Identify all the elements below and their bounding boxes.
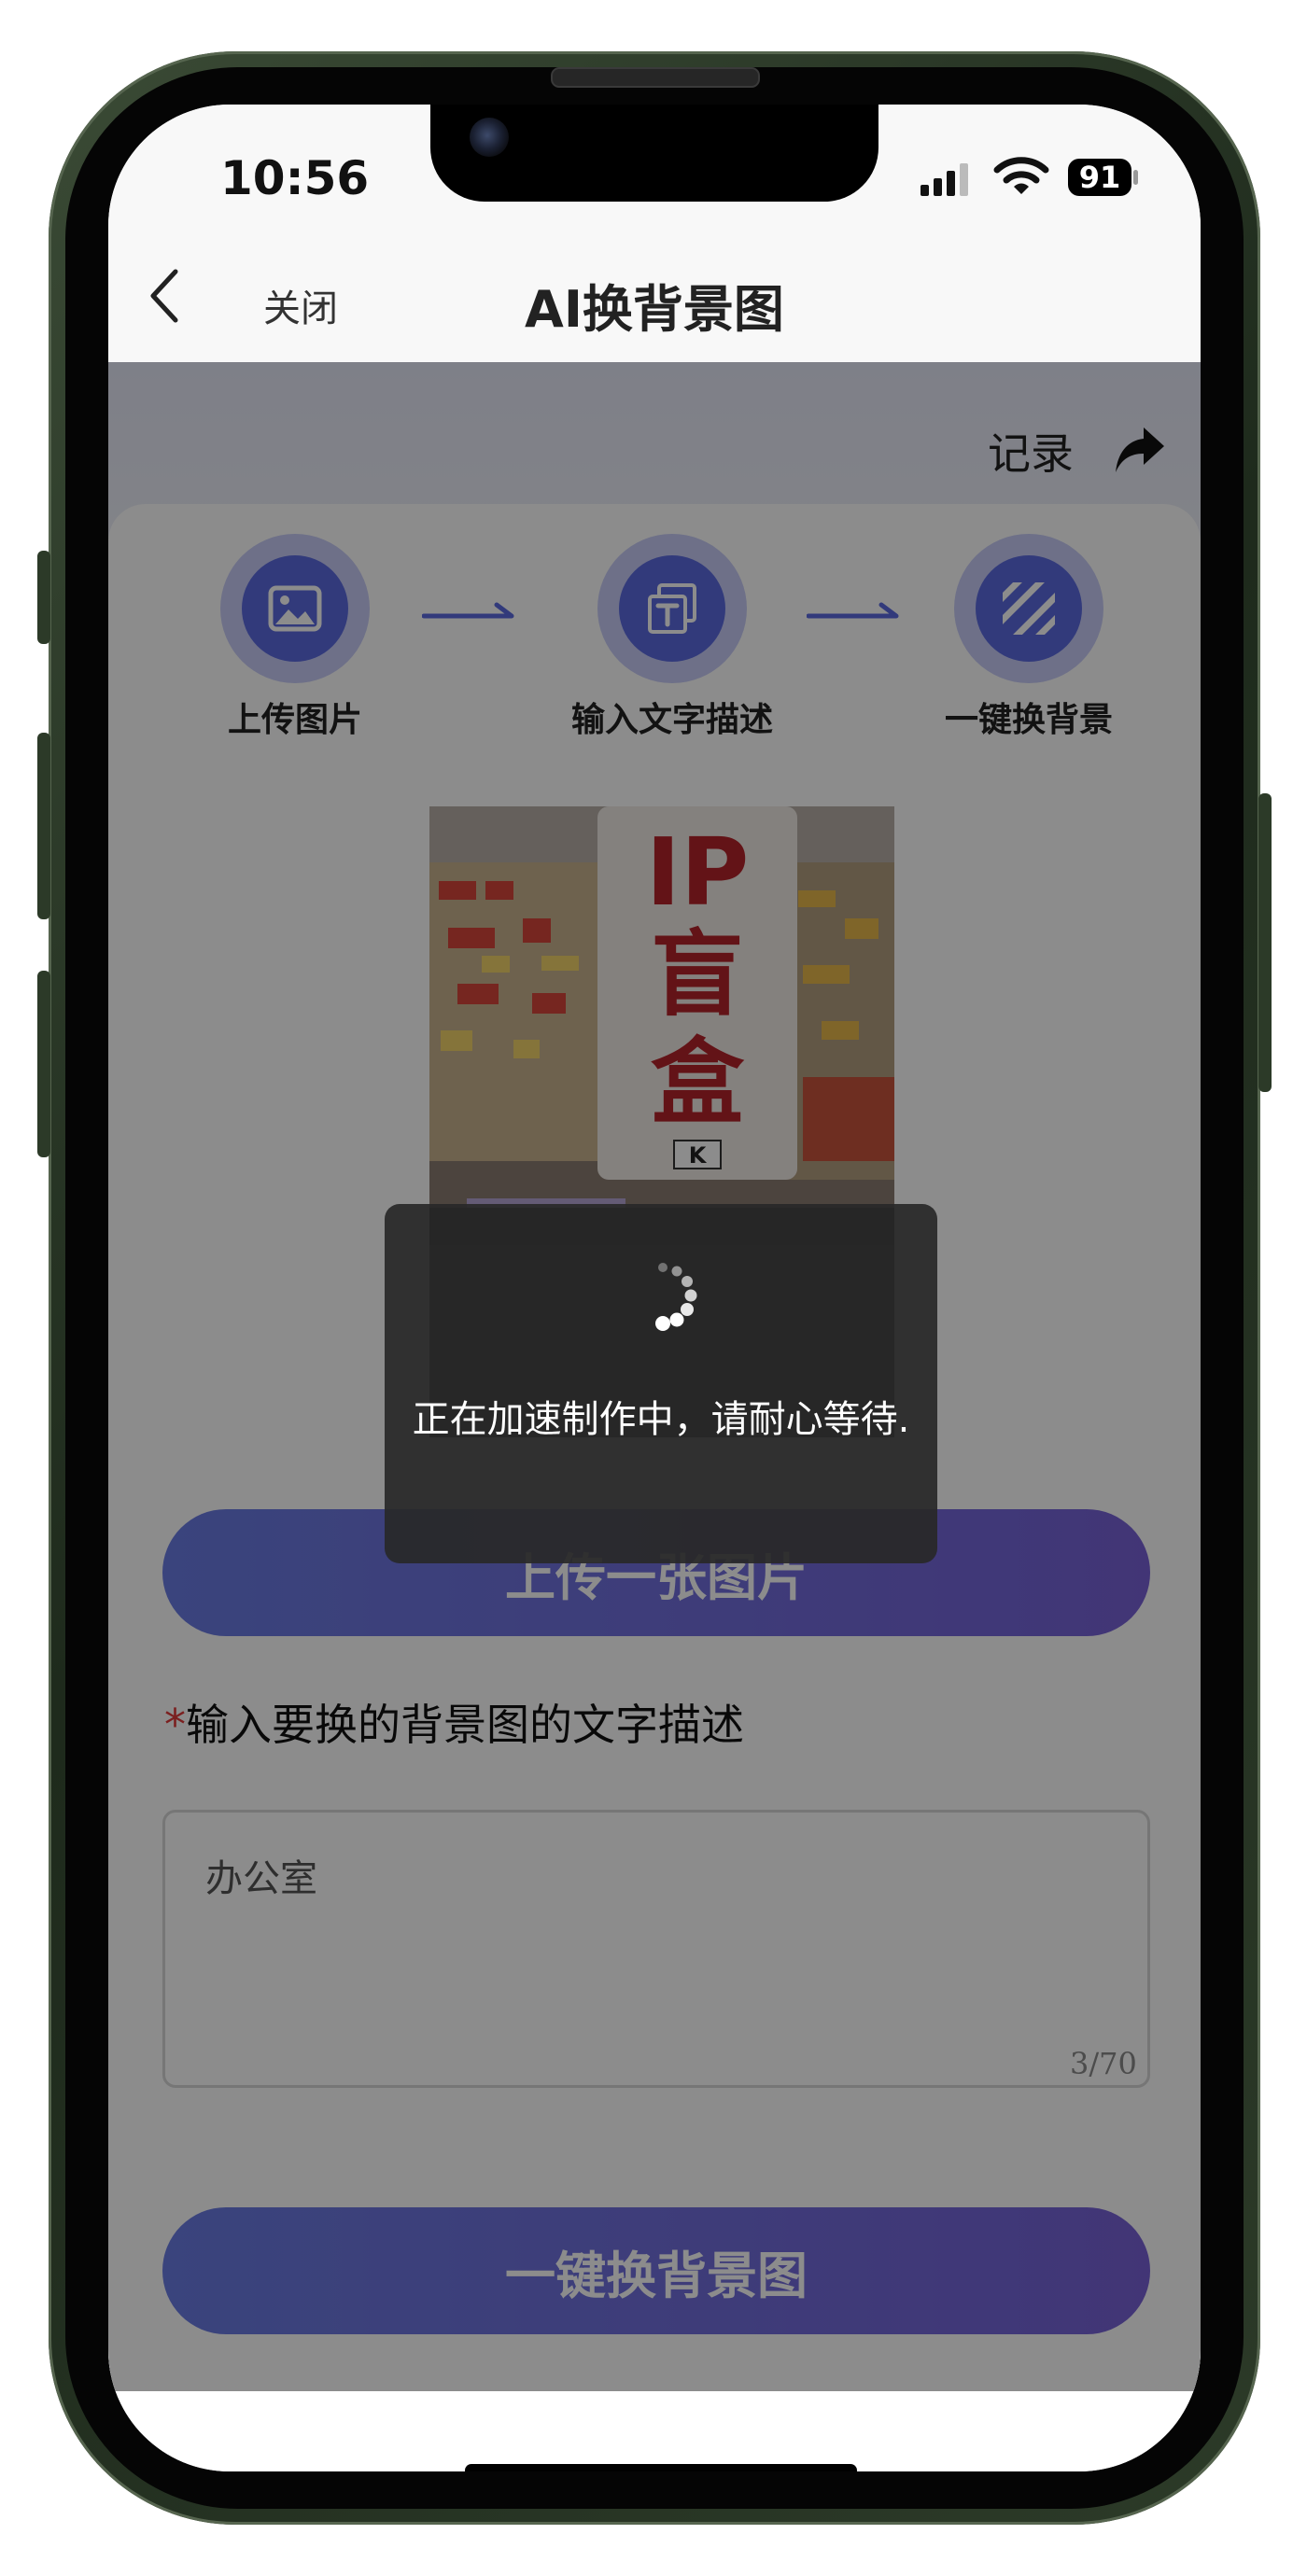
loading-message: 正在加速制作中，请耐心等待. [412,1398,910,1441]
page-title: AI换背景图 [525,280,784,339]
phone-screen: 10:56 91 关闭 AI换背景图 记录 上传图片 输入文字描述 一键换背景 … [108,105,1201,2471]
speaker-grille [551,67,760,88]
status-time: 10:56 [220,151,370,205]
signal-icon [921,163,968,196]
loading-spinner-icon [655,1263,697,1331]
battery-icon: 91 [1068,159,1131,196]
wifi-icon [993,157,1049,194]
volume-up-button [37,733,50,919]
mute-switch [37,551,50,644]
home-indicator[interactable] [465,2464,857,2471]
home-area [108,2391,1201,2471]
volume-down-button [37,971,50,1157]
power-button [1258,793,1272,1092]
front-camera [470,118,509,157]
battery-cap [1133,170,1138,185]
